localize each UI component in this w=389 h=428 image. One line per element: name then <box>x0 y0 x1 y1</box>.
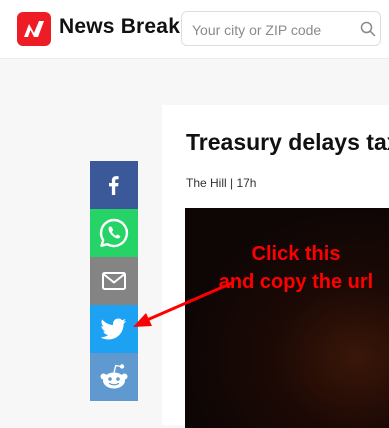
share-email-button[interactable] <box>90 257 138 305</box>
twitter-icon <box>101 318 126 340</box>
article-title[interactable]: Treasury delays tax <box>186 129 389 156</box>
annotation-line-2: and copy the url <box>218 271 374 293</box>
brand-name[interactable]: News Break <box>59 15 180 39</box>
top-header: News Break <box>0 0 389 59</box>
annotation-line-1: Click this <box>251 243 341 265</box>
share-whatsapp-button[interactable] <box>90 209 138 257</box>
search-input[interactable] <box>190 12 354 47</box>
mail-icon <box>102 272 126 290</box>
reddit-icon <box>100 364 128 389</box>
share-facebook-button[interactable] <box>90 161 138 209</box>
instruction-annotation: Click this and copy the url <box>206 240 386 296</box>
search-box[interactable] <box>181 11 381 47</box>
facebook-icon <box>109 176 119 195</box>
news-break-logo-icon <box>24 21 44 37</box>
news-break-logo[interactable] <box>17 12 51 46</box>
share-bar <box>90 161 138 401</box>
share-reddit-button[interactable] <box>90 353 138 401</box>
article-source-time: The Hill | 17h <box>186 176 257 190</box>
whatsapp-icon <box>99 218 129 248</box>
share-twitter-button[interactable] <box>90 305 138 353</box>
search-icon[interactable] <box>360 21 376 37</box>
